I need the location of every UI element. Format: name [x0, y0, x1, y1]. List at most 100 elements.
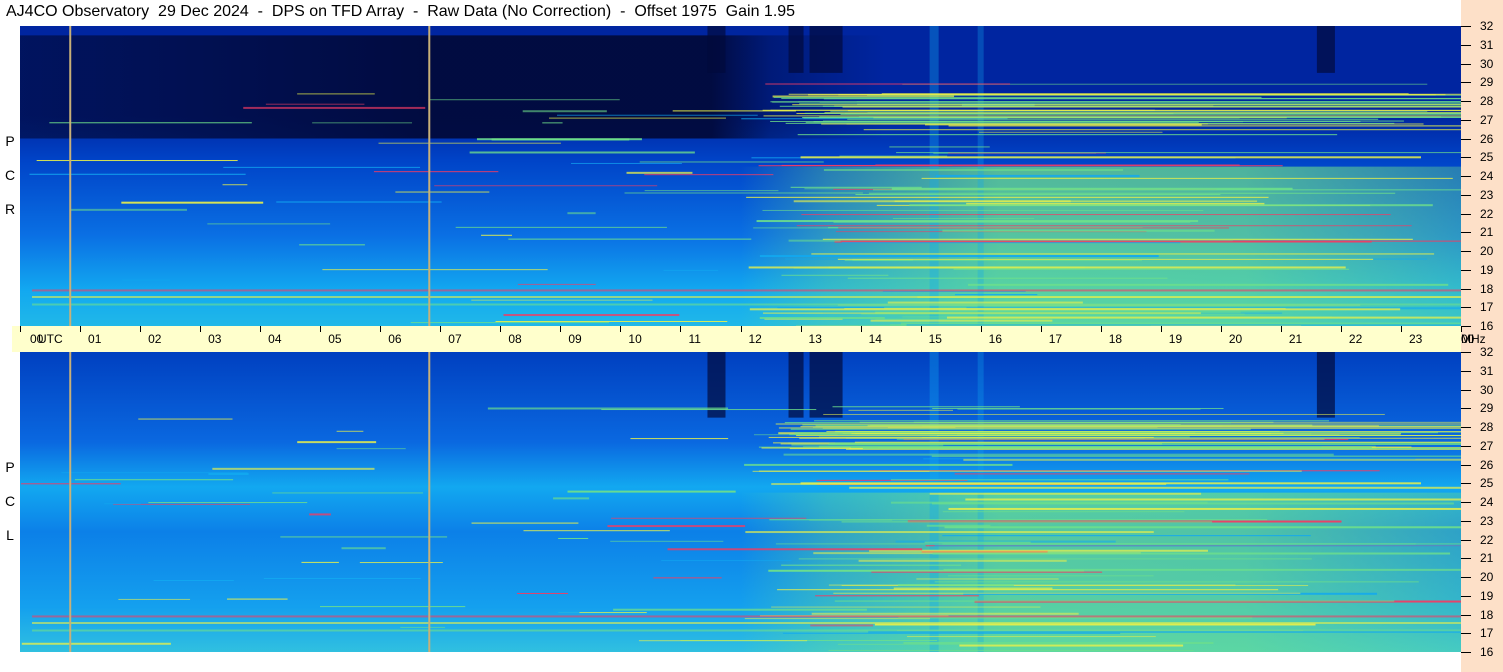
rcp-signal-line: [428, 99, 620, 101]
rcp-mhz-tick-label: 27: [1480, 113, 1494, 127]
lcp-signal-line: [942, 511, 1185, 513]
utc-tick-mark: [1220, 326, 1222, 332]
lcp-signal-line: [272, 492, 423, 494]
lcp-low-line-0: [32, 622, 1461, 624]
rcp-band-line: [804, 112, 1461, 114]
lcp-mhz-tick-label: 30: [1480, 383, 1494, 397]
rcp-marker-0: [69, 26, 72, 326]
rcp-signal-line: [663, 269, 719, 271]
lcp-signal-line: [320, 606, 466, 608]
lcp-signal-line: [833, 592, 1301, 594]
lcp-signal-line: [916, 578, 1059, 580]
lcp-signal-line: [923, 458, 1416, 460]
rcp-mhz-tick-label: 18: [1480, 282, 1494, 296]
rcp-signal-line: [756, 220, 1199, 223]
rcp-signal-line: [29, 173, 246, 175]
utc-tick-label: 22: [1348, 332, 1363, 346]
rcp-svg: [20, 26, 1461, 326]
bottom-strip: [0, 652, 1461, 672]
utc-tick-label: 17: [1048, 332, 1063, 346]
lcp-signal-line: [21, 642, 171, 645]
lcp-signal-line: [280, 536, 448, 538]
utc-tick-mark: [320, 326, 322, 332]
rcp-gap-3: [1316, 26, 1335, 73]
utc-unit-label: UTC: [38, 332, 63, 346]
mhz-tick-mark: [1461, 214, 1471, 215]
mhz-tick-mark: [1461, 577, 1471, 578]
rcp-mhz-tick-label: 21: [1480, 225, 1494, 239]
lcp-signal-line: [227, 598, 288, 600]
rcp-band-line: [838, 94, 1446, 96]
rcp-signal-line: [935, 174, 1140, 177]
lcp-signal-line: [263, 578, 421, 580]
lcp-signal-line: [893, 587, 1053, 590]
lcp-carrier-25mhz: [800, 482, 1421, 485]
rcp-band-line: [773, 96, 1262, 98]
lcp-signal-line: [954, 473, 1250, 475]
lcp-signal-line: [653, 577, 722, 579]
lcp-signal-line: [336, 430, 364, 432]
lcp-signal-line: [929, 489, 1332, 492]
rcp-band-line: [805, 121, 1199, 123]
lcp-signal-line: [630, 438, 729, 440]
lcp-mhz-tick-label: 19: [1480, 589, 1494, 603]
lcp-signal-line: [212, 467, 375, 470]
rcp-signal-line: [567, 212, 596, 215]
utc-tick-mark: [1040, 326, 1042, 332]
lcp-band-line: [862, 448, 1461, 450]
rcp-signal-line: [395, 191, 490, 193]
mhz-tick-mark: [1461, 251, 1471, 252]
utc-tick-label: 23: [1408, 332, 1423, 346]
lcp-gap-3: [1316, 352, 1335, 418]
mhz-tick-mark: [1461, 652, 1471, 653]
lcp-signal-line: [931, 455, 1461, 457]
rcp-band-line: [792, 104, 1461, 106]
mhz-tick-mark: [1461, 270, 1471, 271]
lcp-signal-line: [613, 608, 867, 611]
lcp-signal-line: [745, 531, 1154, 534]
rcp-signal-line: [823, 169, 1124, 172]
rcp-mhz-tick-label: 25: [1480, 150, 1494, 164]
utc-tick-mark: [560, 326, 562, 332]
rcp-gap-0: [707, 26, 726, 73]
utc-tick-mark: [680, 326, 682, 332]
rcp-signal-line: [297, 93, 375, 95]
mhz-tick-mark: [1461, 521, 1471, 522]
lcp-mhz-tick-label: 21: [1480, 551, 1494, 565]
mhz-tick-mark: [1461, 446, 1471, 447]
utc-tick-mark: [380, 326, 382, 332]
lcp-signal-line: [309, 513, 331, 516]
mhz-tick-mark: [1461, 596, 1471, 597]
lcp-signal-line: [556, 611, 580, 614]
lcp-svg: [20, 352, 1461, 652]
rcp-signal-line: [874, 318, 1020, 320]
lcp-signal-line: [932, 552, 1451, 555]
rcp-letter-2: C: [4, 167, 16, 183]
lcp-signal-line: [926, 524, 991, 527]
rcp-mhz-tick-label: 17: [1480, 300, 1494, 314]
mhz-tick-mark: [1461, 139, 1471, 140]
lcp-mhz-tick-label: 24: [1480, 495, 1494, 509]
rcp-signal-line: [471, 299, 653, 301]
utc-tick-label: 12: [748, 332, 762, 346]
lcp-signal-line: [871, 571, 1103, 573]
utc-tick-label: 13: [808, 332, 822, 346]
lcp-signal-line: [959, 644, 1184, 647]
utc-tick-label: 21: [1288, 332, 1303, 346]
utc-tick-label: 04: [268, 332, 282, 346]
lcp-signal-line: [610, 540, 724, 542]
utc-tick-mark: [920, 326, 922, 332]
lcp-gap-2: [809, 352, 843, 418]
rcp-signal-line: [781, 274, 889, 276]
rcp-signal-line: [811, 253, 1435, 255]
rcp-signal-line: [765, 83, 1011, 85]
lcp-low-line-1: [32, 629, 1461, 632]
rcp-signal-line: [847, 277, 1168, 279]
rcp-signal-line: [481, 234, 512, 236]
lcp-mhz-tick-label: 16: [1480, 645, 1494, 659]
lcp-signal-line: [798, 558, 1312, 560]
lcp-signal-line: [769, 519, 1268, 521]
rcp-signal-line: [322, 269, 548, 271]
rcp-signal-line: [861, 313, 1245, 315]
lcp-signal-line: [516, 592, 568, 594]
